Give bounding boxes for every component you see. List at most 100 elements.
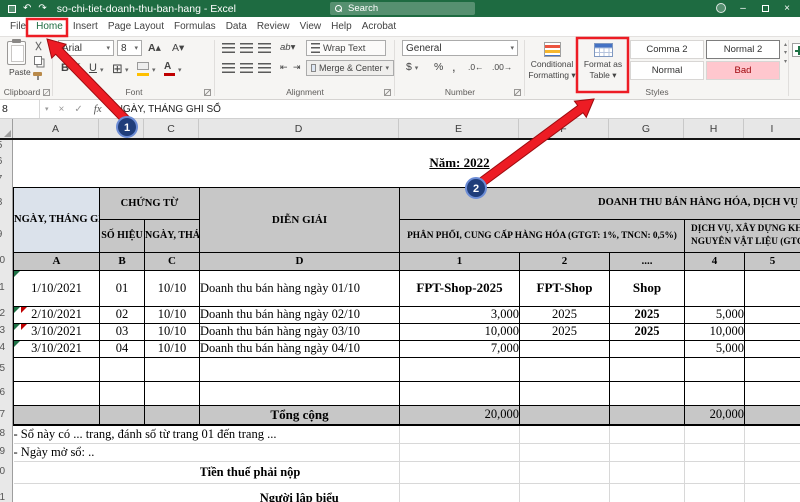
cell-empty[interactable] xyxy=(13,461,200,484)
column-header-C[interactable]: C xyxy=(144,119,199,138)
cell-empty[interactable] xyxy=(744,442,800,462)
cell-empty[interactable] xyxy=(13,404,100,426)
accounting-format-icon[interactable]: $ ▾ xyxy=(406,62,418,73)
cell-key[interactable]: A xyxy=(13,251,100,271)
cell-doc-no[interactable]: 04 xyxy=(99,339,145,358)
cell-key[interactable]: 2 xyxy=(519,251,610,271)
cell-footer-line2[interactable]: - Ngày mở sổ: .. xyxy=(13,443,400,462)
row-header[interactable]: 5 xyxy=(0,141,12,151)
cell-empty[interactable] xyxy=(399,356,520,382)
cell-value-g[interactable] xyxy=(609,339,685,358)
cell-doc-date[interactable]: 10/10 xyxy=(144,269,200,307)
borders-dropdown-icon[interactable]: ▾ xyxy=(125,67,129,74)
cell-doc-no[interactable]: 03 xyxy=(99,322,145,341)
cell-empty[interactable] xyxy=(744,460,800,484)
cell-desc[interactable]: Doanh thu bán hàng ngày 03/10 xyxy=(199,322,400,341)
cell-empty[interactable] xyxy=(144,404,200,426)
number-dialog-launcher[interactable] xyxy=(514,89,521,96)
tab-acrobat[interactable]: Acrobat xyxy=(358,18,400,35)
column-header-B[interactable]: B xyxy=(99,119,144,138)
align-right-icon[interactable] xyxy=(258,63,271,76)
cell-empty[interactable] xyxy=(199,380,400,406)
font-dialog-launcher[interactable] xyxy=(204,89,211,96)
close-button[interactable]: × xyxy=(776,0,798,17)
cell-desc[interactable]: Doanh thu bán hàng ngày 04/10 xyxy=(199,339,400,358)
align-bottom-icon[interactable] xyxy=(258,43,271,56)
bold-button[interactable]: B xyxy=(61,63,69,74)
cell-header-date[interactable]: NGÀY, THÁNG GHI SỔ xyxy=(13,186,100,253)
cell-empty[interactable] xyxy=(609,380,685,406)
row-header[interactable]: 12 xyxy=(0,309,12,319)
select-all-corner[interactable] xyxy=(0,119,13,138)
cell-empty[interactable] xyxy=(399,460,520,484)
cell-preparer-label[interactable]: Người lập biểu xyxy=(200,483,400,502)
increase-indent-icon[interactable]: ⇥ xyxy=(293,63,301,72)
row-header[interactable]: 10 xyxy=(0,256,12,266)
decrease-indent-icon[interactable]: ⇤ xyxy=(280,63,288,72)
cell-total-label[interactable]: Tổng cộng xyxy=(199,404,400,426)
column-header-E[interactable]: E xyxy=(399,119,519,138)
cell-empty[interactable] xyxy=(199,356,400,382)
cell-key[interactable]: .... xyxy=(609,251,685,271)
comma-style-icon[interactable]: , xyxy=(452,60,456,73)
cell-value-f[interactable]: 2025 xyxy=(519,322,610,341)
underline-dropdown-icon[interactable]: ▾ xyxy=(100,67,104,74)
cell-empty[interactable] xyxy=(684,460,745,484)
cell-empty[interactable] xyxy=(609,482,685,502)
cell-doc-no[interactable]: 01 xyxy=(99,269,145,307)
name-box[interactable]: 8 xyxy=(0,100,40,118)
cell-empty[interactable] xyxy=(13,356,100,382)
row-header[interactable]: 21 xyxy=(0,493,12,502)
format-as-table-button[interactable]: Format as Table ▾ xyxy=(580,39,626,93)
align-left-icon[interactable] xyxy=(222,63,235,76)
cell-empty[interactable] xyxy=(144,380,200,406)
cell-header-doc[interactable]: CHỨNG TỪ xyxy=(99,186,200,220)
cell-value-g[interactable]: 2025 xyxy=(609,305,685,324)
cell-empty[interactable] xyxy=(144,356,200,382)
font-color-icon[interactable]: A xyxy=(164,62,175,76)
cell-key[interactable]: B xyxy=(99,251,145,271)
cell-empty[interactable] xyxy=(744,322,800,341)
row-header[interactable]: 20 xyxy=(0,467,12,477)
cell-value-e[interactable]: 10,000 xyxy=(399,322,520,341)
tab-data[interactable]: Data xyxy=(222,18,251,35)
font-size-select[interactable]: 8 ▾ xyxy=(117,40,142,56)
row-header[interactable]: 9 xyxy=(0,230,12,240)
tab-file[interactable]: File xyxy=(6,18,30,35)
cell-empty[interactable] xyxy=(609,442,685,462)
font-color-dropdown-icon[interactable]: ▾ xyxy=(178,67,182,74)
cell-empty[interactable] xyxy=(14,140,800,152)
tab-review[interactable]: Review xyxy=(253,18,294,35)
cell-empty[interactable] xyxy=(99,356,145,382)
cancel-icon[interactable]: × xyxy=(54,104,70,115)
cell-empty[interactable] xyxy=(684,380,745,406)
fill-color-dropdown-icon[interactable]: ▾ xyxy=(152,67,156,74)
cell-empty[interactable] xyxy=(519,404,610,426)
cell-empty[interactable] xyxy=(684,482,745,502)
cell-empty[interactable] xyxy=(744,482,800,502)
search-input[interactable]: Search xyxy=(330,2,475,15)
cell-empty[interactable] xyxy=(399,442,520,462)
cell-empty[interactable] xyxy=(609,460,685,484)
cell-style-comma2[interactable]: Comma 2 xyxy=(630,40,704,59)
row-header[interactable]: 19 xyxy=(0,447,12,457)
cell-value-f[interactable] xyxy=(519,339,610,358)
insert-function-icon[interactable]: fx xyxy=(88,103,108,115)
cell-footer-line1[interactable]: - Sổ này có ... trang, đánh số từ trang … xyxy=(13,425,400,444)
column-header-G[interactable]: G xyxy=(609,119,684,138)
cell-tax-label[interactable]: Tiền thuế phải nộp xyxy=(199,461,400,484)
cell-empty[interactable] xyxy=(744,424,800,444)
cell-empty[interactable] xyxy=(399,380,520,406)
orientation-icon[interactable]: ab▾ xyxy=(280,43,295,53)
insert-cells-icon-partial[interactable] xyxy=(792,43,800,57)
paste-icon[interactable] xyxy=(7,39,26,65)
column-header-H[interactable]: H xyxy=(684,119,744,138)
wrap-text-button[interactable]: Wrap Text xyxy=(306,40,386,56)
tab-view[interactable]: View xyxy=(296,18,326,35)
undo-icon[interactable]: ↶ xyxy=(23,3,31,14)
redo-icon[interactable]: ↷ xyxy=(38,3,46,14)
number-format-select[interactable]: General ▾ xyxy=(402,40,518,56)
tab-insert[interactable]: Insert xyxy=(69,18,102,35)
italic-button[interactable]: I xyxy=(76,62,80,75)
cell-desc[interactable]: Doanh thu bán hàng ngày 01/10 xyxy=(199,269,400,307)
